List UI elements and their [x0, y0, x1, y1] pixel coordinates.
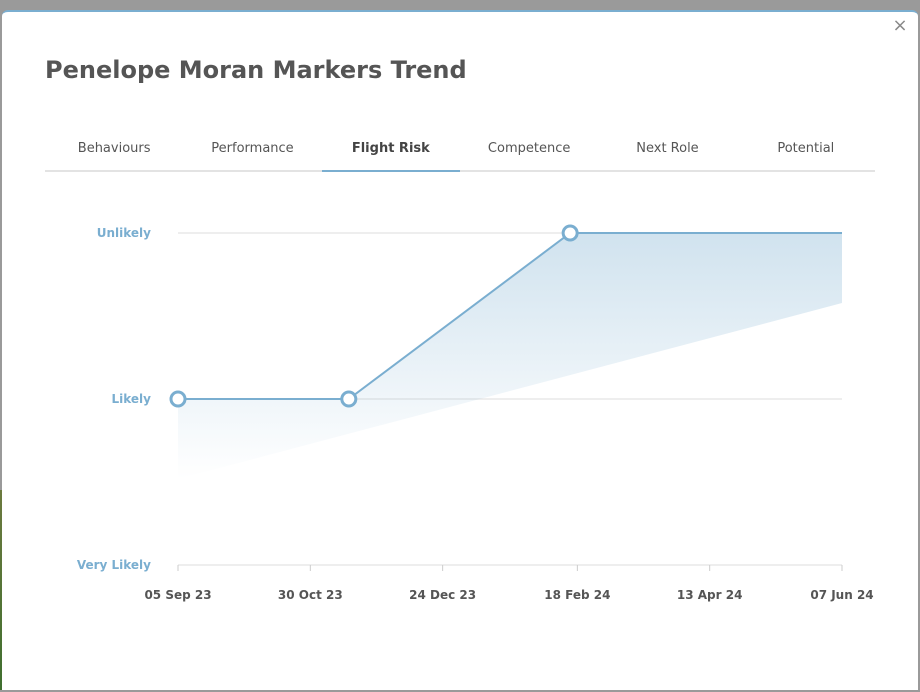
- y-tick-label: Unlikely: [97, 226, 151, 240]
- x-tick-label: 05 Sep 23: [144, 588, 211, 602]
- data-point-1: [340, 390, 358, 408]
- trend-modal: × Penelope Moran Markers Trend Behaviour…: [2, 10, 918, 690]
- y-tick-label: Very Likely: [77, 558, 151, 572]
- data-point-2: [561, 224, 579, 242]
- y-tick-label: Likely: [112, 392, 152, 406]
- data-point-0: [169, 390, 187, 408]
- x-tick-label: 13 Apr 24: [677, 588, 743, 602]
- series-area: [178, 233, 842, 479]
- x-tick-label: 18 Feb 24: [544, 588, 610, 602]
- x-tick-label: 24 Dec 23: [409, 588, 476, 602]
- x-tick-label: 07 Jun 24: [810, 588, 873, 602]
- x-tick-label: 30 Oct 23: [278, 588, 343, 602]
- flight-risk-chart: Very Likely Likely Unlikely 05 Sep 23 30 Oct…: [77, 224, 874, 602]
